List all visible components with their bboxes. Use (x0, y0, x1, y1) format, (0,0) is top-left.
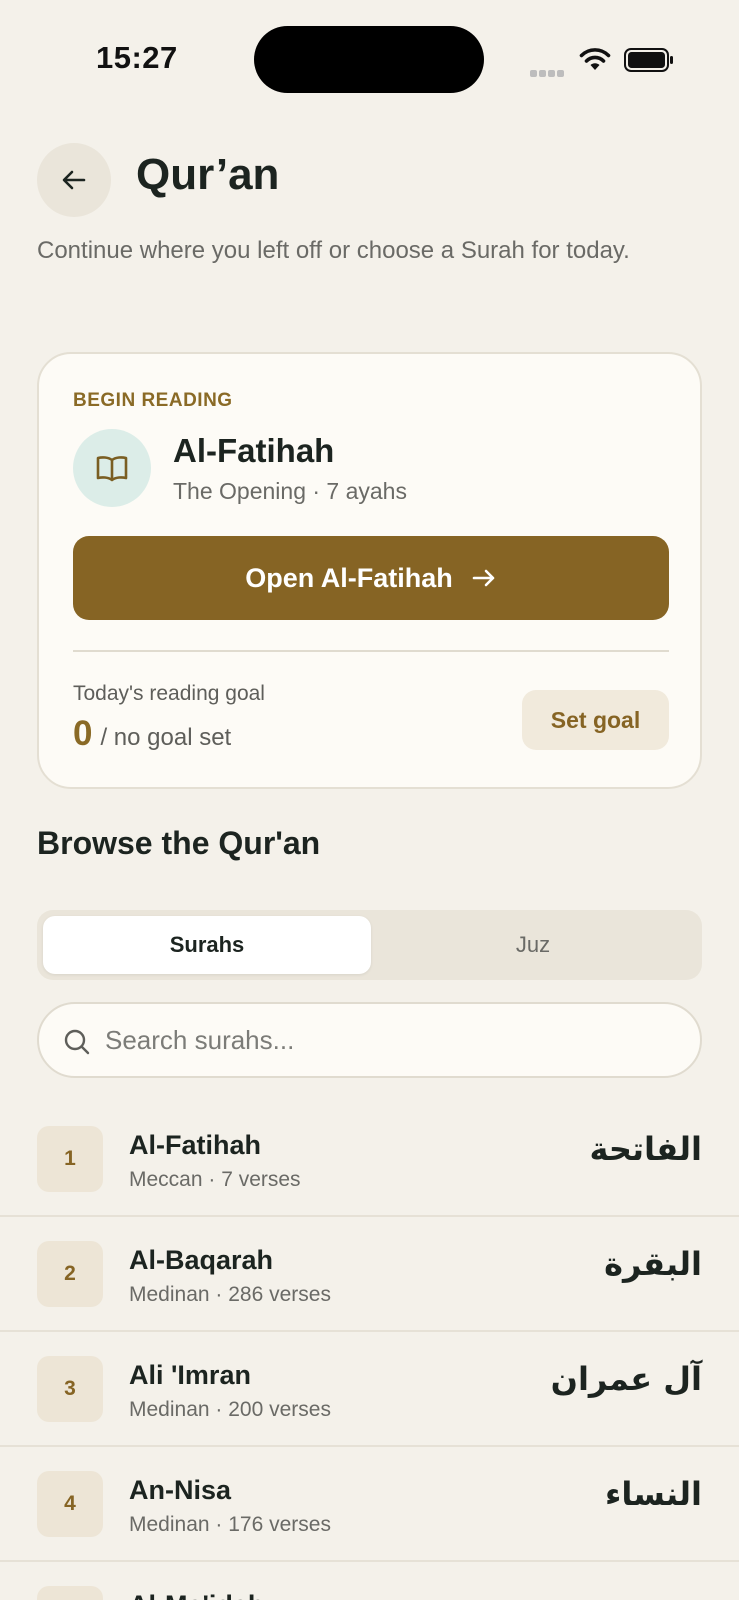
surah-number-badge: 5 (37, 1586, 103, 1600)
browse-segmented-control: Surahs Juz (37, 910, 702, 980)
surah-name: Al-Fatihah (129, 1130, 261, 1160)
surah-row[interactable]: 2 Al-Baqarah Medinan · 286 verses البقرة (0, 1217, 739, 1332)
surah-arabic-name: الفاتحة (589, 1130, 702, 1168)
status-bar: 15:27 (0, 0, 739, 110)
current-surah-meta: The Opening · 7 ayahs (173, 478, 407, 504)
surah-arabic-name: آل عمران (550, 1360, 702, 1398)
book-open-icon (96, 456, 128, 482)
surah-number-badge: 1 (37, 1126, 103, 1192)
surah-meta: Medinan · 200 verses (129, 1398, 331, 1421)
cellular-signal-icon (530, 64, 568, 77)
browse-title: Browse the Qur'an (37, 825, 321, 861)
arrow-left-icon (62, 170, 86, 190)
dynamic-island (254, 26, 484, 93)
search-input[interactable] (105, 1018, 665, 1062)
tab-juz[interactable]: Juz (369, 916, 697, 974)
surah-row[interactable]: 5 Al-Ma'idah (0, 1562, 739, 1600)
search-field[interactable] (37, 1002, 702, 1078)
continue-reading-card: BEGIN READING Al-Fatihah The Opening · 7… (37, 352, 702, 789)
surah-name: An-Nisa (129, 1475, 232, 1505)
page-subtitle: Continue where you left off or choose a … (37, 237, 630, 264)
surah-arabic-name: النساء (605, 1475, 702, 1513)
current-surah-name: Al-Fatihah (173, 432, 335, 469)
surah-row[interactable]: 3 Ali 'Imran Medinan · 200 verses آل عمر… (0, 1332, 739, 1447)
book-badge (73, 429, 151, 507)
search-icon (64, 1029, 90, 1055)
arrow-right-icon (471, 565, 497, 591)
goal-count: 0 (73, 714, 93, 753)
surah-meta: Meccan · 7 verses (129, 1168, 301, 1191)
surah-name: Al-Baqarah (129, 1245, 274, 1275)
tab-surahs[interactable]: Surahs (43, 916, 371, 974)
surah-meta: Medinan · 286 verses (129, 1283, 331, 1306)
goal-label: Today's reading goal (73, 682, 265, 705)
status-time: 15:27 (96, 40, 178, 75)
goal-suffix: / no goal set (100, 724, 232, 751)
card-eyebrow: BEGIN READING (73, 390, 233, 411)
battery-icon (624, 48, 673, 72)
page-title: Qur’an (136, 150, 280, 199)
surah-name: Ali 'Imran (129, 1360, 251, 1390)
surah-row[interactable]: 1 Al-Fatihah Meccan · 7 verses الفاتحة (0, 1102, 739, 1217)
surah-meta: Medinan · 176 verses (129, 1513, 331, 1536)
surah-name: Al-Ma'idah (129, 1590, 264, 1600)
open-surah-label: Open Al-Fatihah (245, 562, 453, 593)
set-goal-button[interactable]: Set goal (522, 690, 669, 750)
surah-number-badge: 4 (37, 1471, 103, 1537)
wifi-icon (579, 48, 611, 70)
surah-arabic-name: البقرة (604, 1245, 702, 1283)
back-button[interactable] (37, 143, 111, 217)
surah-number-badge: 2 (37, 1241, 103, 1307)
surah-number-badge: 3 (37, 1356, 103, 1422)
goal-value: 0 / no goal set (73, 714, 231, 754)
open-surah-button[interactable]: Open Al-Fatihah (73, 536, 669, 620)
card-divider (73, 650, 669, 652)
surah-row[interactable]: 4 An-Nisa Medinan · 176 verses النساء (0, 1447, 739, 1562)
surah-list: 1 Al-Fatihah Meccan · 7 verses الفاتحة 2… (0, 1102, 739, 1600)
